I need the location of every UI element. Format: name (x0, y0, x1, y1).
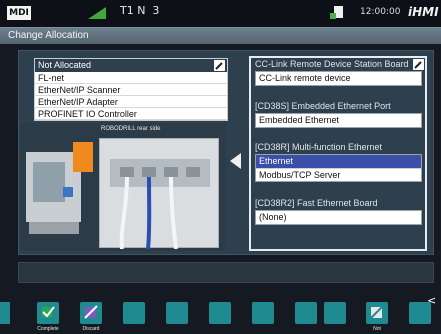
group-label: [CD38S] Embedded Ethernet Port (255, 101, 391, 111)
list-item[interactable]: Embedded Ethernet (256, 114, 421, 127)
edit-icon[interactable] (413, 59, 424, 70)
group-list: Ethernet Modbus/TCP Server (255, 154, 422, 182)
softkey-label: Complete (37, 326, 59, 332)
group-list: (None) (255, 210, 422, 225)
clock: 12:00:00 (360, 7, 401, 17)
list-item[interactable]: (None) (256, 211, 421, 224)
signal-icon (88, 7, 106, 19)
softkey-5[interactable] (209, 302, 231, 324)
message-bar (18, 262, 434, 283)
softkey-bar: < Complete Discard Not (0, 288, 441, 334)
rear-side-photo (99, 138, 219, 250)
softkey-discard[interactable] (80, 302, 102, 324)
title-bar: Change Allocation (0, 27, 441, 44)
softkey-label: Discard (82, 326, 100, 332)
softkey-11[interactable] (409, 302, 431, 324)
list-item[interactable]: Modbus/TCP Server (256, 168, 421, 181)
main-panel: Not Allocated FL-net EtherNet/IP Scanner… (18, 50, 434, 255)
connector-drawing (110, 159, 210, 250)
document-icon (330, 6, 343, 19)
list-item[interactable]: EtherNet/IP Adapter (35, 96, 227, 108)
list-item[interactable]: EtherNet/IP Scanner (35, 84, 227, 96)
page-title: Change Allocation (8, 30, 89, 41)
not-allocated-list: Not Allocated FL-net EtherNet/IP Scanner… (34, 58, 228, 121)
list-item[interactable]: FL-net (35, 72, 227, 84)
list-item[interactable]: PROFINET IO Controller (35, 108, 227, 120)
softkey-not[interactable] (366, 302, 388, 324)
allocate-arrow-icon[interactable] (230, 153, 241, 169)
image-caption: ROBODRILL rear side (101, 126, 161, 132)
machine-drawing (26, 142, 93, 234)
status-indicators: T1 N 3 (120, 4, 160, 17)
status-bar: MDI T1 N 3 12:00:00 iHMI (0, 0, 441, 27)
softkey-7[interactable] (295, 302, 317, 324)
allocation-panel: CC-Link Remote Device Station Board CC-L… (249, 56, 427, 251)
machine-illustration: ROBODRILL rear side (21, 123, 226, 251)
softkey-complete[interactable] (37, 302, 59, 324)
not-allocated-header: Not Allocated (35, 59, 227, 72)
list-item-selected[interactable]: Ethernet (256, 155, 421, 168)
group-label: CC-Link Remote Device Station Board (255, 59, 409, 69)
softkey-label: Not (373, 326, 381, 332)
mode-indicator: MDI (7, 6, 31, 20)
softkey-4[interactable] (166, 302, 188, 324)
group-label: [CD38R2] Fast Ethernet Board (255, 198, 378, 208)
brand-logo: iHMI (408, 5, 439, 19)
edit-icon[interactable] (214, 60, 225, 71)
softkey-prev[interactable] (0, 302, 10, 324)
group-list: Embedded Ethernet (255, 113, 422, 128)
list-item[interactable]: CC-Link remote device (256, 72, 421, 85)
softkey-8[interactable] (324, 302, 346, 324)
group-list: CC-Link remote device (255, 71, 422, 86)
softkey-6[interactable] (252, 302, 274, 324)
group-label: [CD38R] Multi-function Ethernet (255, 142, 383, 152)
softkey-3[interactable] (123, 302, 145, 324)
